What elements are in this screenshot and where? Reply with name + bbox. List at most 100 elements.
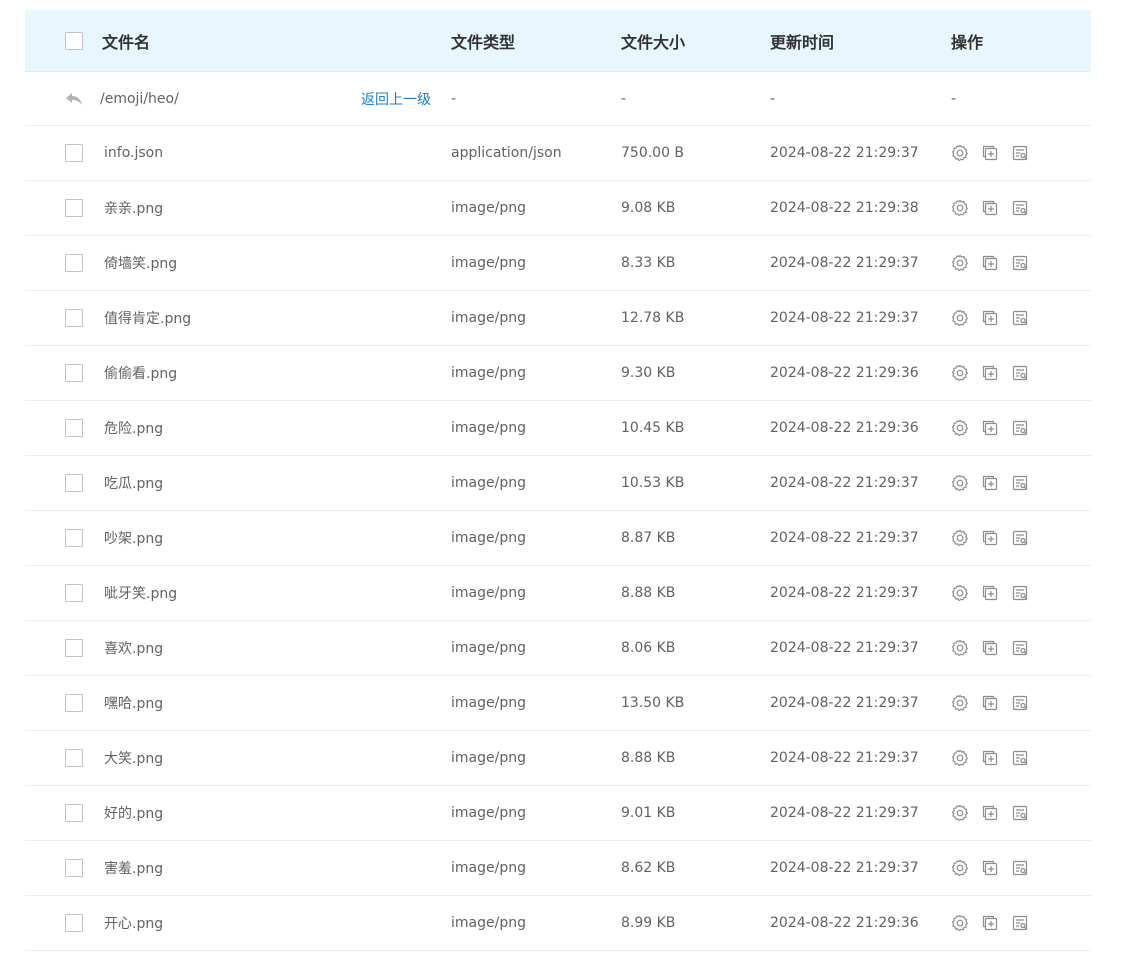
row-checkbox[interactable] <box>65 529 83 547</box>
file-name[interactable]: 偷偷看.png <box>104 346 177 400</box>
row-checkbox[interactable] <box>65 254 83 272</box>
table-row[interactable]: 大笑.png image/png 8.88 KB 2024-08-22 21:29:3… <box>25 731 1091 786</box>
gear-icon[interactable] <box>951 804 969 822</box>
file-name[interactable]: 大笑.png <box>104 731 163 785</box>
table-row[interactable]: 偷偷看.png image/png 9.30 KB 2024-08-22 21:29:… <box>25 346 1091 401</box>
copy-plus-icon[interactable] <box>981 804 999 822</box>
row-checkbox[interactable] <box>65 749 83 767</box>
file-name[interactable]: 危险.png <box>104 401 163 455</box>
gear-icon[interactable] <box>951 694 969 712</box>
gear-icon[interactable] <box>951 309 969 327</box>
gear-icon[interactable] <box>951 199 969 217</box>
file-name[interactable]: 吵架.png <box>104 511 163 565</box>
row-checkbox[interactable] <box>65 474 83 492</box>
document-details-icon[interactable] <box>1011 199 1029 217</box>
header-size[interactable]: 文件大小 <box>621 10 685 71</box>
file-name[interactable]: 嘿哈.png <box>104 676 163 730</box>
gear-icon[interactable] <box>951 859 969 877</box>
gear-icon[interactable] <box>951 254 969 272</box>
document-details-icon[interactable] <box>1011 914 1029 932</box>
document-details-icon[interactable] <box>1011 144 1029 162</box>
file-name[interactable]: 好的.png <box>104 786 163 840</box>
file-name[interactable]: 害羞.png <box>104 841 163 895</box>
table-row[interactable]: info.json application/json 750.00 B 2024-08… <box>25 126 1091 181</box>
document-details-icon[interactable] <box>1011 529 1029 547</box>
row-checkbox[interactable] <box>65 309 83 327</box>
reply-arrow-icon[interactable] <box>65 72 83 125</box>
copy-plus-icon[interactable] <box>981 254 999 272</box>
gear-icon[interactable] <box>951 584 969 602</box>
copy-plus-icon[interactable] <box>981 639 999 657</box>
row-checkbox[interactable] <box>65 584 83 602</box>
header-name[interactable]: 文件名 <box>102 10 150 71</box>
header-time[interactable]: 更新时间 <box>770 10 834 71</box>
table-row[interactable]: 值得肯定.png image/png 12.78 KB 2024-08-22 21:2… <box>25 291 1091 346</box>
copy-plus-icon[interactable] <box>981 749 999 767</box>
table-row[interactable]: 喜欢.png image/png 8.06 KB 2024-08-22 21:29:3… <box>25 621 1091 676</box>
back-time: - <box>770 90 776 107</box>
table-row[interactable]: 倚墙笑.png image/png 8.33 KB 2024-08-22 21:29:… <box>25 236 1091 291</box>
row-checkbox[interactable] <box>65 144 83 162</box>
document-details-icon[interactable] <box>1011 859 1029 877</box>
copy-plus-icon[interactable] <box>981 419 999 437</box>
document-details-icon[interactable] <box>1011 639 1029 657</box>
header-type[interactable]: 文件类型 <box>451 10 515 71</box>
document-details-icon[interactable] <box>1011 309 1029 327</box>
go-up-link[interactable]: 返回上一级 <box>361 72 431 125</box>
table-row[interactable]: 开心.png image/png 8.99 KB 2024-08-22 21:29:3… <box>25 896 1091 951</box>
gear-icon[interactable] <box>951 529 969 547</box>
copy-plus-icon[interactable] <box>981 694 999 712</box>
document-details-icon[interactable] <box>1011 584 1029 602</box>
row-checkbox[interactable] <box>65 419 83 437</box>
table-row[interactable]: 嘿哈.png image/png 13.50 KB 2024-08-22 21:29:… <box>25 676 1091 731</box>
file-name[interactable]: 开心.png <box>104 896 163 950</box>
file-name[interactable]: 亲亲.png <box>104 181 163 235</box>
table-row[interactable]: 亲亲.png image/png 9.08 KB 2024-08-22 21:29:3… <box>25 181 1091 236</box>
copy-plus-icon[interactable] <box>981 364 999 382</box>
file-name[interactable]: info.json <box>104 126 163 180</box>
document-details-icon[interactable] <box>1011 804 1029 822</box>
row-actions <box>951 236 1029 290</box>
file-name[interactable]: 倚墙笑.png <box>104 236 177 290</box>
row-checkbox[interactable] <box>65 694 83 712</box>
gear-icon[interactable] <box>951 364 969 382</box>
copy-plus-icon[interactable] <box>981 859 999 877</box>
gear-icon[interactable] <box>951 474 969 492</box>
table-row[interactable]: 呲牙笑.png image/png 8.88 KB 2024-08-22 21:29:… <box>25 566 1091 621</box>
document-details-icon[interactable] <box>1011 694 1029 712</box>
row-checkbox[interactable] <box>65 199 83 217</box>
row-checkbox[interactable] <box>65 639 83 657</box>
file-name[interactable]: 呲牙笑.png <box>104 566 177 620</box>
gear-icon[interactable] <box>951 639 969 657</box>
table-row[interactable]: 吃瓜.png image/png 10.53 KB 2024-08-22 21:29:… <box>25 456 1091 511</box>
copy-plus-icon[interactable] <box>981 529 999 547</box>
document-details-icon[interactable] <box>1011 749 1029 767</box>
copy-plus-icon[interactable] <box>981 584 999 602</box>
gear-icon[interactable] <box>951 144 969 162</box>
table-row[interactable]: 吵架.png image/png 8.87 KB 2024-08-22 21:29:3… <box>25 511 1091 566</box>
copy-plus-icon[interactable] <box>981 144 999 162</box>
gear-icon[interactable] <box>951 419 969 437</box>
row-checkbox[interactable] <box>65 804 83 822</box>
copy-plus-icon[interactable] <box>981 309 999 327</box>
document-details-icon[interactable] <box>1011 419 1029 437</box>
row-checkbox[interactable] <box>65 914 83 932</box>
copy-plus-icon[interactable] <box>981 914 999 932</box>
row-checkbox[interactable] <box>65 859 83 877</box>
file-name[interactable]: 值得肯定.png <box>104 291 191 345</box>
document-details-icon[interactable] <box>1011 254 1029 272</box>
gear-icon[interactable] <box>951 749 969 767</box>
select-all-checkbox[interactable] <box>65 31 83 50</box>
file-name[interactable]: 吃瓜.png <box>104 456 163 510</box>
table-row[interactable]: 危险.png image/png 10.45 KB 2024-08-22 21:29:… <box>25 401 1091 456</box>
document-details-icon[interactable] <box>1011 364 1029 382</box>
copy-plus-icon[interactable] <box>981 199 999 217</box>
table-row[interactable]: 害羞.png image/png 8.62 KB 2024-08-22 21:29:3… <box>25 841 1091 896</box>
row-checkbox[interactable] <box>65 364 83 382</box>
gear-icon[interactable] <box>951 914 969 932</box>
file-name[interactable]: 喜欢.png <box>104 621 163 675</box>
file-size: 8.99 KB <box>621 915 676 931</box>
table-row[interactable]: 好的.png image/png 9.01 KB 2024-08-22 21:29:3… <box>25 786 1091 841</box>
document-details-icon[interactable] <box>1011 474 1029 492</box>
copy-plus-icon[interactable] <box>981 474 999 492</box>
